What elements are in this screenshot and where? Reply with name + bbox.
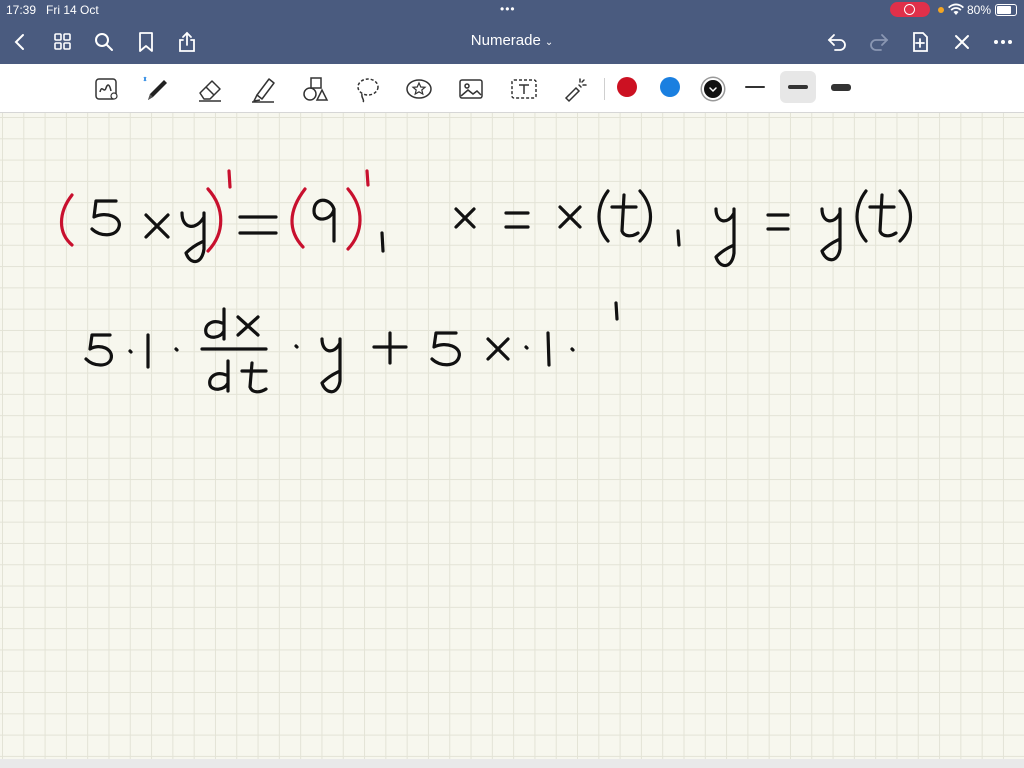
laser-pointer-icon[interactable]	[560, 74, 590, 104]
drawing-toolbar	[0, 64, 1024, 113]
toolbar-divider	[604, 78, 605, 100]
status-date: Fri 14 Oct	[46, 3, 99, 17]
text-icon[interactable]	[509, 74, 539, 104]
wifi-icon	[948, 3, 964, 19]
stroke-thick-button[interactable]	[823, 71, 859, 103]
eraser-icon[interactable]	[195, 74, 225, 104]
status-time: 17:39	[6, 3, 37, 17]
note-canvas[interactable]	[0, 113, 1024, 759]
screen-recording-icon[interactable]	[890, 2, 930, 17]
color-swatch-red[interactable]	[617, 77, 637, 97]
image-icon[interactable]	[456, 74, 486, 104]
shapes-icon[interactable]	[300, 74, 330, 104]
close-icon[interactable]	[950, 30, 974, 54]
highlighter-icon[interactable]	[248, 74, 278, 104]
color-swatch-blue[interactable]	[660, 77, 680, 97]
navigation-bar: Numerade ⌄	[0, 20, 1024, 64]
black-ink-strokes-line2	[84, 301, 619, 394]
pen-icon[interactable]	[140, 74, 170, 104]
search-icon[interactable]	[92, 30, 116, 54]
battery-percent: 80%	[967, 3, 992, 17]
chevron-down-icon[interactable]: ⌄	[545, 37, 553, 48]
stroke-medium-button[interactable]	[780, 71, 816, 103]
redo-icon[interactable]	[867, 30, 891, 54]
black-ink-strokes-line1	[90, 189, 913, 268]
sticker-icon[interactable]	[404, 74, 434, 104]
microphone-indicator-icon	[938, 7, 944, 13]
handwritten-math	[59, 169, 913, 394]
grid-icon[interactable]	[51, 30, 75, 54]
multitasking-dots-icon[interactable]: •••	[500, 2, 516, 16]
bookmark-icon[interactable]	[134, 30, 158, 54]
back-icon[interactable]	[8, 30, 32, 54]
status-bar: 17:39 Fri 14 Oct ••• 80%	[0, 0, 1024, 20]
lasso-icon[interactable]	[353, 74, 383, 104]
more-icon[interactable]	[991, 30, 1015, 54]
stroke-thin-button[interactable]	[737, 71, 773, 103]
red-ink-strokes	[59, 169, 370, 253]
add-page-icon[interactable]	[908, 30, 932, 54]
battery-icon	[995, 4, 1017, 16]
handwriting-recognition-icon[interactable]	[92, 74, 122, 104]
color-swatch-black[interactable]	[702, 78, 724, 100]
share-icon[interactable]	[175, 30, 199, 54]
undo-icon[interactable]	[825, 30, 849, 54]
document-title-label[interactable]: Numerade	[471, 32, 541, 49]
page-bottom-edge	[0, 759, 1024, 768]
